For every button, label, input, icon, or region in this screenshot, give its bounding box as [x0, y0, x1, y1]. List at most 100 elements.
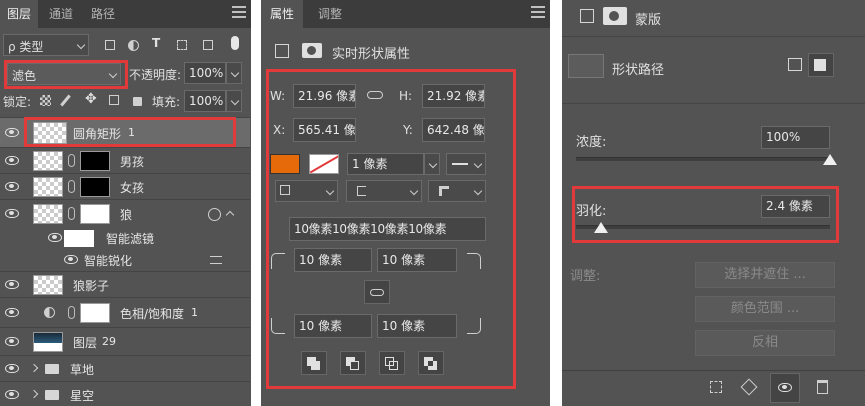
visibility-eye-icon[interactable] — [64, 255, 78, 264]
visibility-eye-icon[interactable] — [5, 280, 19, 289]
vector-mask-button[interactable] — [808, 53, 834, 77]
lock-all-icon[interactable] — [133, 97, 142, 106]
corner-bottom-right-input[interactable]: 10 像素 — [377, 314, 457, 338]
path-subtract-button[interactable] — [340, 351, 366, 375]
type-filter-icon[interactable]: T — [152, 36, 160, 50]
panel-menu-icon[interactable] — [531, 6, 545, 18]
layer-filter-dropdown[interactable]: ρ 类型 — [3, 34, 89, 56]
y-label: Y: — [403, 123, 413, 137]
group-expand-caret-icon[interactable] — [29, 363, 39, 373]
feather-slider-thumb[interactable] — [594, 222, 609, 233]
link-corners-button[interactable] — [364, 280, 390, 304]
density-input[interactable]: 100% — [761, 126, 830, 149]
layer-row-smart-sharpen[interactable]: 智能锐化 — [0, 249, 250, 271]
visibility-eye-icon[interactable] — [5, 128, 19, 137]
layer-name: 女孩 — [120, 181, 145, 195]
stroke-align-dropdown[interactable] — [275, 180, 338, 202]
mask-properties-panel: 蒙版 形状路径 浓度: 100% 羽化: 2.4 像素 调整: 选择并遮住 ..… — [562, 0, 865, 406]
height-input[interactable]: 21.92 像素 — [422, 84, 485, 108]
layer-group-grass[interactable]: 草地 — [0, 355, 250, 381]
visibility-eye-icon[interactable] — [5, 209, 19, 218]
tab-layers[interactable]: 图层 — [0, 0, 38, 28]
density-slider-track[interactable] — [576, 157, 830, 161]
stroke-width-dropdown-button[interactable] — [424, 153, 440, 175]
visibility-eye-icon[interactable] — [5, 390, 19, 399]
toggle-mask-button[interactable] — [770, 373, 800, 403]
filter-options-icon[interactable] — [210, 256, 222, 264]
stroke-type-dropdown[interactable] — [446, 153, 486, 175]
feather-slider-track[interactable] — [576, 225, 830, 229]
shape-filter-icon[interactable] — [177, 40, 187, 50]
layer-row-girl[interactable]: 女孩 — [0, 173, 250, 199]
density-slider-thumb[interactable] — [823, 154, 837, 165]
path-unite-button[interactable] — [301, 351, 327, 375]
stroke-caps-dropdown[interactable] — [346, 180, 422, 202]
tab-properties[interactable]: 属性 — [261, 0, 303, 28]
lock-position-icon[interactable]: ✥ — [85, 91, 97, 107]
layer-row-boy[interactable]: 男孩 — [0, 147, 250, 173]
path-exclude-button[interactable] — [418, 351, 444, 375]
visibility-eye-icon[interactable] — [5, 156, 19, 165]
fill-color-swatch[interactable] — [270, 154, 300, 174]
density-label: 浓度: — [576, 135, 607, 150]
invert-button[interactable]: 反相 — [695, 330, 835, 356]
fill-dropdown-button[interactable] — [226, 90, 242, 112]
collapse-caret-icon[interactable] — [225, 210, 235, 220]
layer-row-wolf-shadow[interactable]: 狼影子 — [0, 271, 250, 297]
corner-bottom-left-input[interactable]: 10 像素 — [294, 314, 372, 338]
x-input[interactable]: 565.41 像 — [293, 118, 356, 142]
link-chain-icon — [68, 154, 75, 167]
layer-thumbnail — [33, 204, 63, 224]
width-input[interactable]: 21.96 像素 — [293, 84, 356, 108]
visibility-eye-icon[interactable] — [5, 337, 19, 346]
layer-row-layer29[interactable]: 图层 29 — [0, 327, 250, 355]
tab-channels[interactable]: 通道 — [42, 0, 80, 28]
layer-row-smart-filters[interactable]: 智能滤镜 — [0, 227, 250, 249]
link-chain-icon — [68, 207, 75, 220]
y-input[interactable]: 642.48 像 — [422, 118, 485, 142]
smart-object-filter-icon[interactable] — [203, 40, 213, 50]
opacity-dropdown-button[interactable] — [226, 62, 242, 84]
load-selection-icon[interactable] — [710, 381, 722, 393]
selected-layer-highlight — [24, 117, 236, 147]
stroke-corners-dropdown[interactable] — [428, 180, 486, 202]
stroke-color-swatch[interactable] — [309, 154, 339, 174]
visibility-eye-icon[interactable] — [5, 364, 19, 373]
smart-filter-badge-icon[interactable] — [208, 208, 221, 221]
visibility-eye-icon[interactable] — [48, 233, 62, 242]
opacity-input[interactable]: 100% — [184, 62, 226, 84]
opacity-label: 不透明度: — [129, 68, 182, 82]
group-expand-caret-icon[interactable] — [29, 389, 39, 399]
lock-transparent-icon[interactable] — [40, 95, 51, 106]
tab-adjustments[interactable]: 调整 — [309, 0, 351, 28]
properties-panel: 属性 调整 实时形状属性 W: 21.96 像素 H: 21.92 像素 X: … — [261, 0, 550, 406]
corner-top-left-input[interactable]: 10 像素 — [294, 248, 372, 272]
path-intersect-button[interactable] — [379, 351, 405, 375]
corner-radius-all-input[interactable]: 10像素10像素10像素10像素 — [289, 217, 486, 241]
visibility-eye-icon[interactable] — [5, 308, 19, 317]
layer-name-suffix: 1 — [191, 306, 198, 319]
fill-input[interactable]: 100% — [184, 90, 226, 112]
adjustment-filter-icon[interactable] — [128, 40, 139, 51]
filter-toggle-icon[interactable] — [231, 36, 239, 50]
delete-mask-icon[interactable] — [817, 380, 828, 394]
layers-panel: 图层 通道 路径 ρ 类型 T 滤色 不透明度: 100% 锁定: ✥ 填充: … — [0, 0, 251, 406]
layer-row-wolf[interactable]: 狼 — [0, 199, 250, 227]
panel-menu-icon[interactable] — [232, 6, 246, 18]
corner-top-right-input[interactable]: 10 像素 — [377, 248, 457, 272]
apply-mask-icon[interactable] — [740, 378, 758, 396]
visibility-eye-icon[interactable] — [5, 182, 19, 191]
feather-input[interactable]: 2.4 像素 — [761, 195, 830, 218]
lock-paint-icon[interactable] — [60, 94, 71, 107]
link-dimensions-icon[interactable] — [367, 91, 383, 99]
tab-paths[interactable]: 路径 — [84, 0, 122, 28]
layer-name: 色相/饱和度 — [120, 307, 185, 321]
select-and-mask-button[interactable]: 选择并遮住 ... — [695, 262, 835, 288]
add-pixel-mask-icon[interactable] — [788, 58, 802, 71]
color-range-button[interactable]: 颜色范围 ... — [695, 296, 835, 322]
layer-row-hue-saturation[interactable]: 色相/饱和度 1 — [0, 297, 250, 327]
image-filter-icon[interactable] — [105, 40, 115, 50]
stroke-width-input[interactable]: 1 像素 — [347, 153, 424, 175]
lock-artboard-icon[interactable] — [109, 95, 119, 105]
layer-group-starry-sky[interactable]: 星空 — [0, 381, 250, 406]
